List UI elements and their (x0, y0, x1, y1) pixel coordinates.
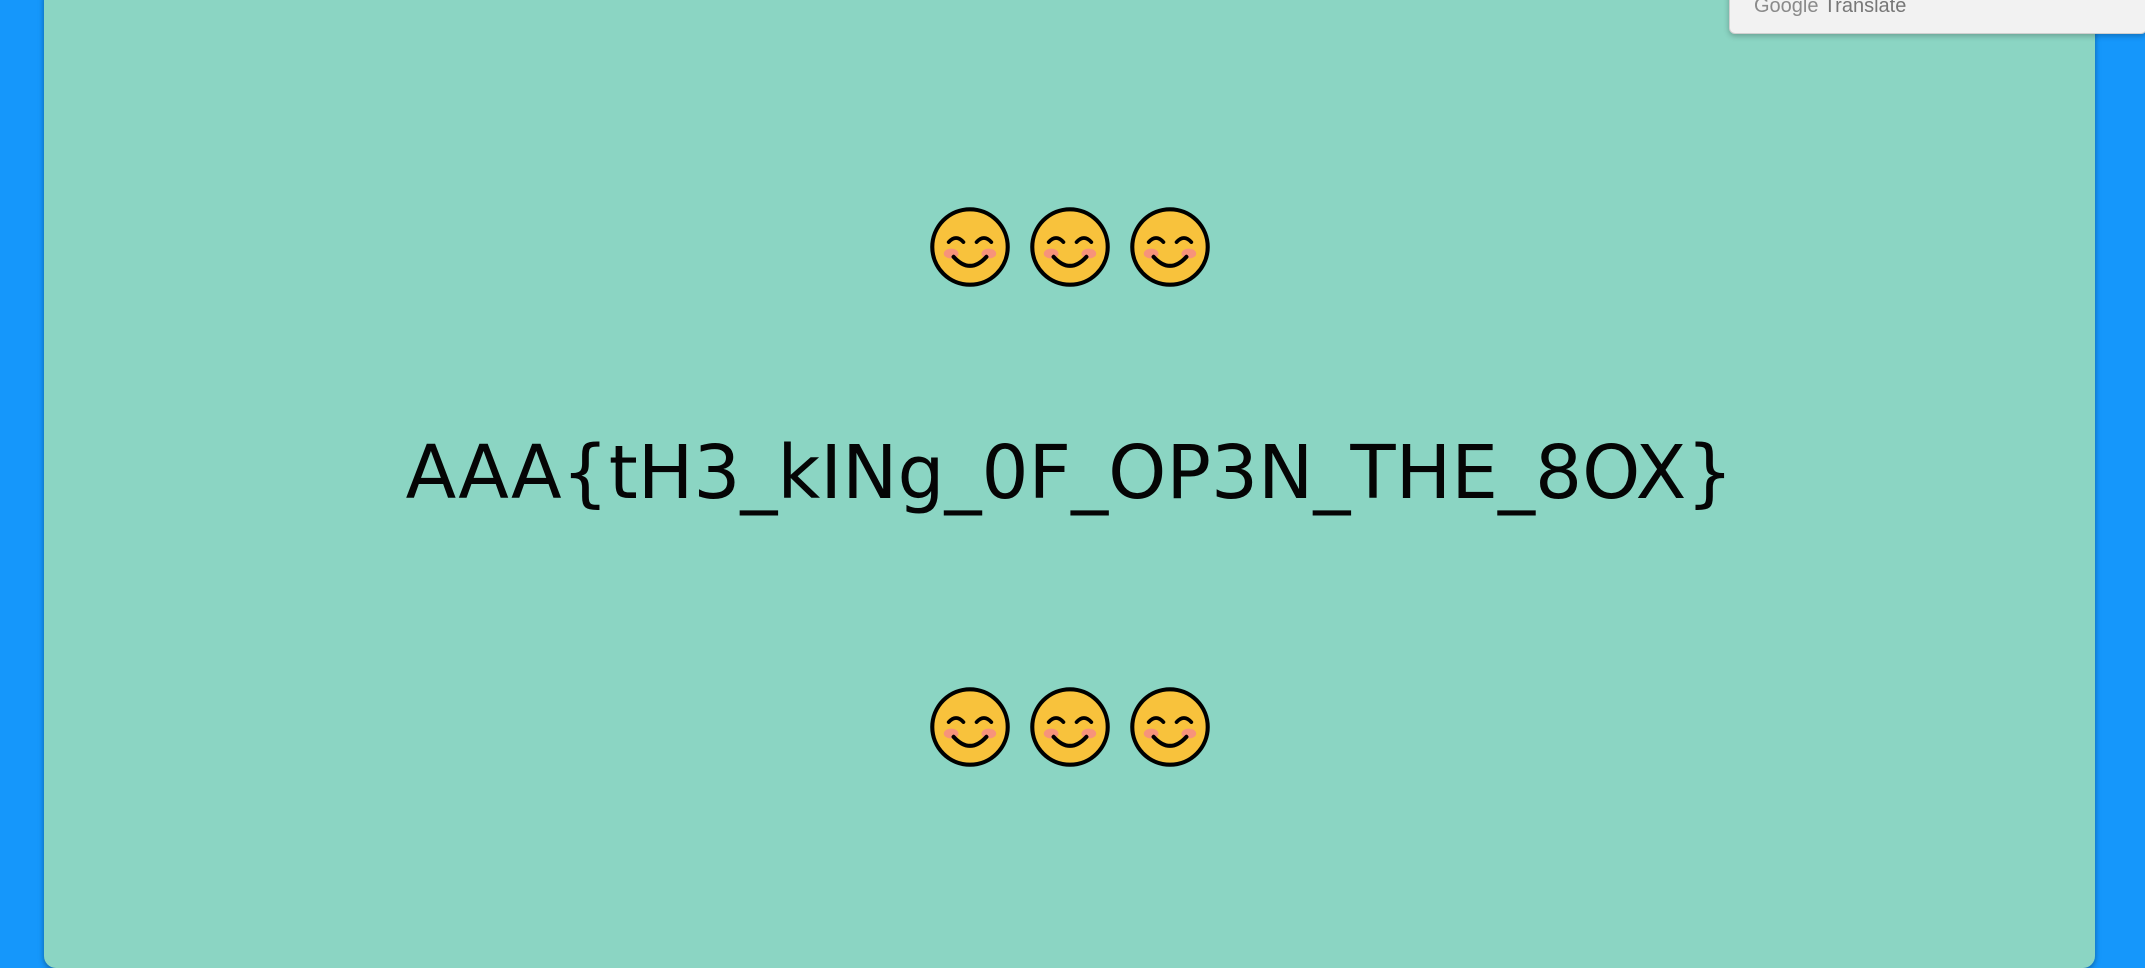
smiling-face-icon (1129, 687, 1210, 767)
google-translate-popup[interactable]: Google Translate (1729, 0, 2145, 34)
translate-product: Translate (1823, 0, 1907, 17)
smiling-face-icon (929, 207, 1010, 287)
smiling-face-icon (1029, 207, 1110, 287)
smiling-face-icon (1129, 207, 1210, 287)
smiling-face-icon (929, 687, 1010, 767)
flag-text: AAA{tH3_kINg_0F_OP3N_THE_8OX} (405, 430, 1734, 516)
translate-brand: Google (1754, 0, 1819, 17)
content-card: AAA{tH3_kINg_0F_OP3N_THE_8OX} (44, 0, 2095, 968)
emoji-row-bottom (44, 686, 2095, 774)
emoji-row-top (44, 206, 2095, 294)
smiling-face-icon (1029, 687, 1110, 767)
translate-popup-label: Google Translate (1754, 0, 1906, 18)
